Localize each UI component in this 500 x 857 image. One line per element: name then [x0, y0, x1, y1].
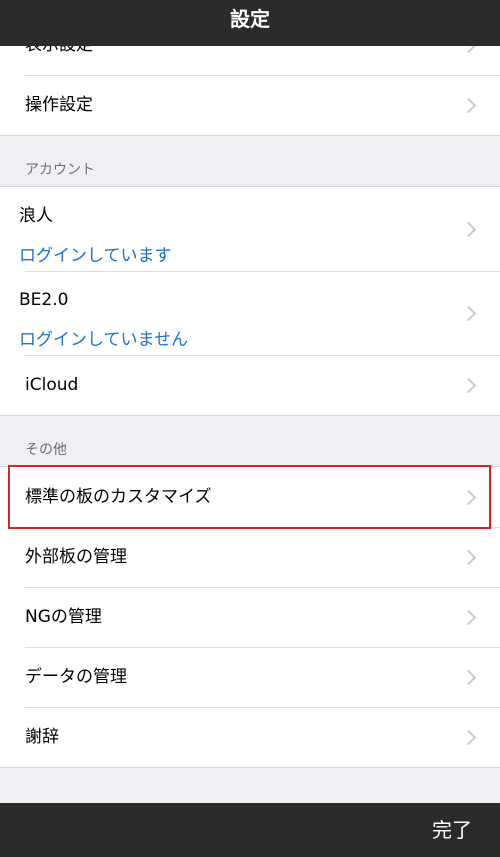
section-header-account: アカウント [25, 162, 95, 178]
row-label: 外部板の管理 [25, 547, 127, 567]
chevron-right-icon [460, 305, 477, 322]
row-label: データの管理 [25, 667, 127, 687]
row-label: BE2.0 [19, 290, 69, 310]
bottom-toolbar: 完了 [0, 803, 500, 857]
login-status: ログインしています [19, 246, 172, 266]
done-button[interactable]: 完了 [432, 803, 472, 857]
row-account-icloud[interactable]: iCloud [0, 355, 500, 415]
row-label: NGの管理 [25, 607, 102, 627]
chevron-right-icon [460, 669, 477, 686]
row-label: 謝辞 [25, 727, 59, 747]
group-account: 浪人 ログインしています BE2.0 ログインしていません iCloud [0, 186, 500, 416]
settings-list: 表示設定 操作設定 アカウント 浪人 ログインしています BE2.0 ログインし… [0, 0, 500, 857]
chevron-right-icon [460, 609, 477, 626]
row-label: iCloud [25, 375, 79, 395]
row-data-management[interactable]: データの管理 [0, 647, 500, 707]
row-acknowledgements[interactable]: 謝辞 [0, 707, 500, 767]
row-external-boards[interactable]: 外部板の管理 [0, 527, 500, 587]
section-header-other: その他 [25, 442, 67, 458]
row-ng-management[interactable]: NGの管理 [0, 587, 500, 647]
chevron-right-icon [460, 729, 477, 746]
row-account-be[interactable]: BE2.0 ログインしていません [0, 271, 500, 355]
row-label: 浪人 [19, 206, 53, 226]
highlight-annotation [8, 465, 491, 529]
navigation-bar: 設定 [0, 0, 500, 46]
chevron-right-icon [460, 549, 477, 566]
row-label: 操作設定 [25, 95, 93, 115]
page-title: 設定 [230, 7, 270, 31]
row-account-ronin[interactable]: 浪人 ログインしています [0, 187, 500, 271]
chevron-right-icon [460, 221, 477, 238]
login-status: ログインしていません [19, 330, 188, 350]
chevron-right-icon [460, 377, 477, 394]
row-operation-settings[interactable]: 操作設定 [0, 75, 500, 135]
chevron-right-icon [460, 97, 477, 114]
